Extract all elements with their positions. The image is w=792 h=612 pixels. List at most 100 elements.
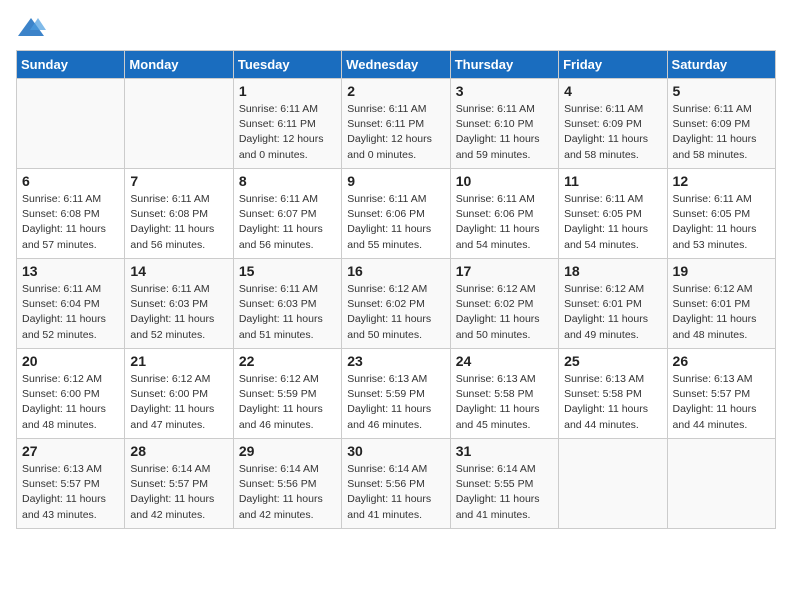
day-info: Sunrise: 6:11 AM Sunset: 6:07 PM Dayligh… bbox=[239, 192, 336, 253]
calendar-cell: 7 Sunrise: 6:11 AM Sunset: 6:08 PM Daylig… bbox=[125, 169, 233, 259]
day-number: 25 bbox=[564, 353, 661, 369]
day-number: 26 bbox=[673, 353, 770, 369]
calendar-cell: 16 Sunrise: 6:12 AM Sunset: 6:02 PM Dayli… bbox=[342, 259, 450, 349]
calendar-cell: 10 Sunrise: 6:11 AM Sunset: 6:06 PM Dayli… bbox=[450, 169, 558, 259]
day-number: 14 bbox=[130, 263, 227, 279]
calendar-cell: 2 Sunrise: 6:11 AM Sunset: 6:11 PM Daylig… bbox=[342, 79, 450, 169]
day-number: 8 bbox=[239, 173, 336, 189]
logo-icon bbox=[16, 16, 46, 38]
header bbox=[16, 16, 776, 38]
calendar-cell: 1Sunrise: 6:11 AM Sunset: 6:11 PM Daylig… bbox=[233, 79, 341, 169]
calendar-cell: 14 Sunrise: 6:11 AM Sunset: 6:03 PM Dayli… bbox=[125, 259, 233, 349]
day-number: 27 bbox=[22, 443, 119, 459]
day-number: 1 bbox=[239, 83, 336, 99]
day-info: Sunrise: 6:12 AM Sunset: 6:02 PM Dayligh… bbox=[456, 282, 553, 343]
day-info: Sunrise: 6:11 AM Sunset: 6:03 PM Dayligh… bbox=[239, 282, 336, 343]
calendar-cell: 20 Sunrise: 6:12 AM Sunset: 6:00 PM Dayli… bbox=[17, 349, 125, 439]
day-info: Sunrise: 6:11 AM Sunset: 6:10 PM Dayligh… bbox=[456, 102, 553, 163]
day-number: 20 bbox=[22, 353, 119, 369]
calendar-cell: 23 Sunrise: 6:13 AM Sunset: 5:59 PM Dayli… bbox=[342, 349, 450, 439]
day-number: 4 bbox=[564, 83, 661, 99]
day-info: Sunrise: 6:13 AM Sunset: 5:58 PM Dayligh… bbox=[456, 372, 553, 433]
calendar-cell: 18 Sunrise: 6:12 AM Sunset: 6:01 PM Dayli… bbox=[559, 259, 667, 349]
weekday-header-monday: Monday bbox=[125, 51, 233, 79]
day-number: 10 bbox=[456, 173, 553, 189]
day-info: Sunrise: 6:11 AM Sunset: 6:05 PM Dayligh… bbox=[564, 192, 661, 253]
day-info: Sunrise: 6:12 AM Sunset: 6:00 PM Dayligh… bbox=[22, 372, 119, 433]
calendar-cell: 4 Sunrise: 6:11 AM Sunset: 6:09 PM Daylig… bbox=[559, 79, 667, 169]
day-number: 23 bbox=[347, 353, 444, 369]
day-number: 28 bbox=[130, 443, 227, 459]
day-number: 13 bbox=[22, 263, 119, 279]
day-number: 7 bbox=[130, 173, 227, 189]
day-info: Sunrise: 6:11 AM Sunset: 6:09 PM Dayligh… bbox=[564, 102, 661, 163]
day-number: 15 bbox=[239, 263, 336, 279]
calendar-cell: 13 Sunrise: 6:11 AM Sunset: 6:04 PM Dayli… bbox=[17, 259, 125, 349]
day-info: Sunrise: 6:14 AM Sunset: 5:56 PM Dayligh… bbox=[239, 462, 336, 523]
day-number: 3 bbox=[456, 83, 553, 99]
day-info: Sunrise: 6:13 AM Sunset: 5:57 PM Dayligh… bbox=[22, 462, 119, 523]
day-number: 19 bbox=[673, 263, 770, 279]
day-info: Sunrise: 6:14 AM Sunset: 5:55 PM Dayligh… bbox=[456, 462, 553, 523]
calendar-cell: 30 Sunrise: 6:14 AM Sunset: 5:56 PM Dayli… bbox=[342, 439, 450, 529]
calendar-cell: 27 Sunrise: 6:13 AM Sunset: 5:57 PM Dayli… bbox=[17, 439, 125, 529]
day-info: Sunrise: 6:13 AM Sunset: 5:58 PM Dayligh… bbox=[564, 372, 661, 433]
day-number: 2 bbox=[347, 83, 444, 99]
calendar-cell: 9Sunrise: 6:11 AM Sunset: 6:06 PM Daylig… bbox=[342, 169, 450, 259]
day-number: 17 bbox=[456, 263, 553, 279]
calendar-cell: 22 Sunrise: 6:12 AM Sunset: 5:59 PM Dayli… bbox=[233, 349, 341, 439]
day-info: Sunrise: 6:12 AM Sunset: 6:01 PM Dayligh… bbox=[564, 282, 661, 343]
calendar-cell: 5Sunrise: 6:11 AM Sunset: 6:09 PM Daylig… bbox=[667, 79, 775, 169]
day-number: 12 bbox=[673, 173, 770, 189]
day-info: Sunrise: 6:11 AM Sunset: 6:06 PM Dayligh… bbox=[456, 192, 553, 253]
calendar-cell: 15 Sunrise: 6:11 AM Sunset: 6:03 PM Dayli… bbox=[233, 259, 341, 349]
day-info: Sunrise: 6:12 AM Sunset: 5:59 PM Dayligh… bbox=[239, 372, 336, 433]
calendar-cell: 24 Sunrise: 6:13 AM Sunset: 5:58 PM Dayli… bbox=[450, 349, 558, 439]
day-info: Sunrise: 6:12 AM Sunset: 6:02 PM Dayligh… bbox=[347, 282, 444, 343]
day-info: Sunrise: 6:13 AM Sunset: 5:57 PM Dayligh… bbox=[673, 372, 770, 433]
day-number: 31 bbox=[456, 443, 553, 459]
weekday-header-wednesday: Wednesday bbox=[342, 51, 450, 79]
calendar-cell: 26 Sunrise: 6:13 AM Sunset: 5:57 PM Dayli… bbox=[667, 349, 775, 439]
calendar-cell: 31 Sunrise: 6:14 AM Sunset: 5:55 PM Dayli… bbox=[450, 439, 558, 529]
calendar-cell: 19Sunrise: 6:12 AM Sunset: 6:01 PM Dayli… bbox=[667, 259, 775, 349]
calendar-cell: 8 Sunrise: 6:11 AM Sunset: 6:07 PM Daylig… bbox=[233, 169, 341, 259]
day-number: 30 bbox=[347, 443, 444, 459]
day-info: Sunrise: 6:11 AM Sunset: 6:08 PM Dayligh… bbox=[22, 192, 119, 253]
day-number: 24 bbox=[456, 353, 553, 369]
calendar-cell: 11 Sunrise: 6:11 AM Sunset: 6:05 PM Dayli… bbox=[559, 169, 667, 259]
weekday-header-thursday: Thursday bbox=[450, 51, 558, 79]
calendar-cell: 21Sunrise: 6:12 AM Sunset: 6:00 PM Dayli… bbox=[125, 349, 233, 439]
day-info: Sunrise: 6:14 AM Sunset: 5:57 PM Dayligh… bbox=[130, 462, 227, 523]
calendar-cell: 12 Sunrise: 6:11 AM Sunset: 6:05 PM Dayli… bbox=[667, 169, 775, 259]
day-info: Sunrise: 6:11 AM Sunset: 6:04 PM Dayligh… bbox=[22, 282, 119, 343]
weekday-header-saturday: Saturday bbox=[667, 51, 775, 79]
day-info: Sunrise: 6:11 AM Sunset: 6:03 PM Dayligh… bbox=[130, 282, 227, 343]
day-info: Sunrise: 6:11 AM Sunset: 6:08 PM Dayligh… bbox=[130, 192, 227, 253]
day-info: Sunrise: 6:11 AM Sunset: 6:09 PM Dayligh… bbox=[673, 102, 770, 163]
day-number: 11 bbox=[564, 173, 661, 189]
calendar-cell: 6 Sunrise: 6:11 AM Sunset: 6:08 PM Daylig… bbox=[17, 169, 125, 259]
calendar-week-row: 6 Sunrise: 6:11 AM Sunset: 6:08 PM Daylig… bbox=[17, 169, 776, 259]
day-number: 6 bbox=[22, 173, 119, 189]
day-info: Sunrise: 6:14 AM Sunset: 5:56 PM Dayligh… bbox=[347, 462, 444, 523]
day-number: 22 bbox=[239, 353, 336, 369]
calendar-week-row: 1 Sunrise: 6:11 AM Sunset: 6:11 PM Daylig… bbox=[17, 79, 776, 169]
calendar-cell: 25 Sunrise: 6:13 AM Sunset: 5:58 PM Dayli… bbox=[559, 349, 667, 439]
day-info: Sunrise: 6:11 AM Sunset: 6:05 PM Dayligh… bbox=[673, 192, 770, 253]
day-number: 18 bbox=[564, 263, 661, 279]
calendar-cell: 17 Sunrise: 6:12 AM Sunset: 6:02 PM Dayli… bbox=[450, 259, 558, 349]
calendar-cell bbox=[17, 79, 125, 169]
day-number: 16 bbox=[347, 263, 444, 279]
calendar-table: SundayMondayTuesdayWednesdayThursdayFrid… bbox=[16, 50, 776, 529]
calendar-header-row: SundayMondayTuesdayWednesdayThursdayFrid… bbox=[17, 51, 776, 79]
calendar-body: 1 Sunrise: 6:11 AM Sunset: 6:11 PM Daylig… bbox=[17, 79, 776, 529]
calendar-cell: 28 Sunrise: 6:14 AM Sunset: 5:57 PM Dayli… bbox=[125, 439, 233, 529]
day-info: Sunrise: 6:11 AM Sunset: 6:06 PM Dayligh… bbox=[347, 192, 444, 253]
calendar-week-row: 27 Sunrise: 6:13 AM Sunset: 5:57 PM Dayli… bbox=[17, 439, 776, 529]
weekday-header-sunday: Sunday bbox=[17, 51, 125, 79]
calendar-cell bbox=[125, 79, 233, 169]
day-info: Sunrise: 6:11 AM Sunset: 6:11 PM Dayligh… bbox=[347, 102, 444, 163]
day-info: Sunrise: 6:13 AM Sunset: 5:59 PM Dayligh… bbox=[347, 372, 444, 433]
weekday-header-tuesday: Tuesday bbox=[233, 51, 341, 79]
